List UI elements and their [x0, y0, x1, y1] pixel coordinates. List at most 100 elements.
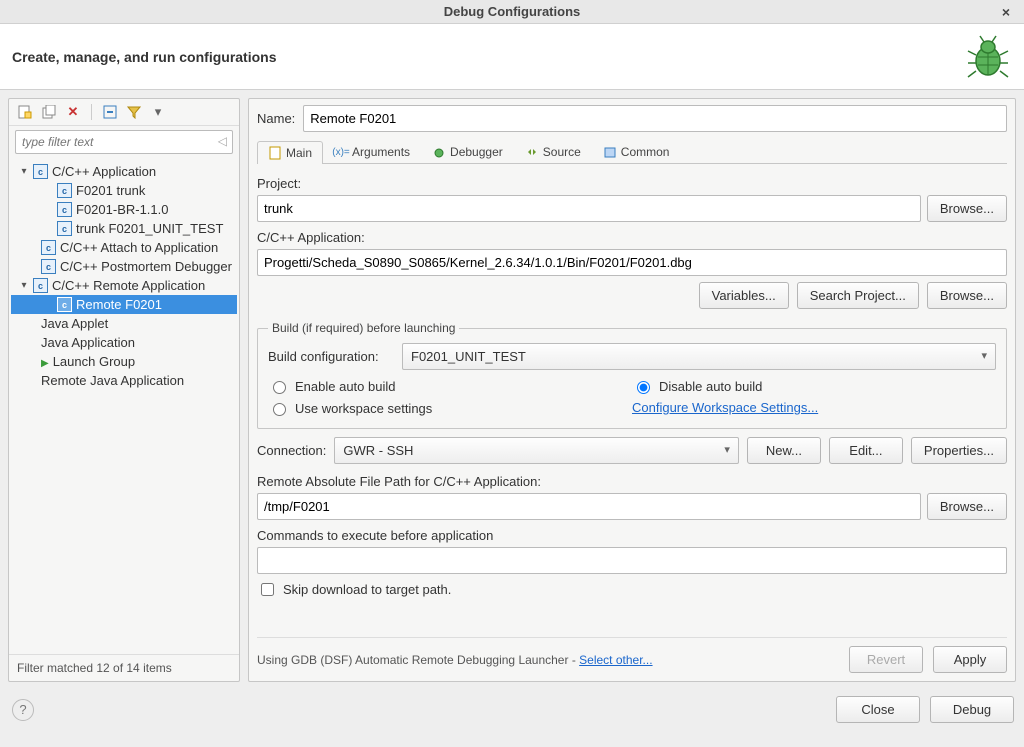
commands-input[interactable]: [257, 547, 1007, 574]
variables-button[interactable]: Variables...: [699, 282, 789, 309]
header: Create, manage, and run configurations: [0, 24, 1024, 90]
bug-small-icon: [432, 145, 446, 159]
tree-item-launch-group[interactable]: Launch Group: [11, 352, 237, 371]
filter-icon[interactable]: [126, 104, 142, 120]
browse-remote-button[interactable]: Browse...: [927, 493, 1007, 520]
debug-button[interactable]: Debug: [930, 696, 1014, 723]
window-title: Debug Configurations: [444, 4, 581, 19]
connection-label: Connection:: [257, 443, 326, 458]
tree-item-label: C/C++ Postmortem Debugger: [60, 259, 232, 274]
common-icon: [603, 145, 617, 159]
connection-properties-button[interactable]: Properties...: [911, 437, 1007, 464]
tree-item-label: C/C++ Remote Application: [52, 278, 205, 293]
source-icon: [525, 145, 539, 159]
connection-select[interactable]: GWR - SSH: [334, 437, 739, 464]
main-tab-content: Project: Browse... C/C++ Application: Va…: [257, 164, 1007, 599]
tree-item-label: Remote F0201: [76, 297, 162, 312]
duplicate-icon[interactable]: [41, 104, 57, 120]
build-group-legend: Build (if required) before launching: [268, 321, 459, 335]
collapse-all-icon[interactable]: [102, 104, 118, 120]
tree-item-label: Launch Group: [53, 354, 135, 369]
name-label: Name:: [257, 111, 295, 126]
apply-button[interactable]: Apply: [933, 646, 1007, 673]
right-panel: Name: Main (x)= Arguments Debugger Sourc…: [248, 98, 1016, 682]
browse-app-button[interactable]: Browse...: [927, 282, 1007, 309]
tab-main[interactable]: Main: [257, 141, 323, 164]
tab-label: Common: [621, 145, 670, 159]
tree-item-c-application[interactable]: ▾cC/C++ Application: [11, 162, 237, 181]
enable-auto-build-radio[interactable]: Enable auto build: [268, 378, 632, 394]
left-panel: ✕ ▾ ◁ ▾cC/C++ Application cF0201 trunk c…: [8, 98, 240, 682]
project-input[interactable]: [257, 195, 921, 222]
tab-common[interactable]: Common: [592, 140, 681, 163]
filter-input[interactable]: [15, 130, 233, 154]
app-label: C/C++ Application:: [257, 230, 1007, 245]
bug-icon: [964, 33, 1012, 81]
tree-item-remote-java[interactable]: Remote Java Application: [11, 371, 237, 390]
header-title: Create, manage, and run configurations: [12, 49, 277, 65]
connection-value: GWR - SSH: [343, 443, 413, 458]
remote-path-label: Remote Absolute File Path for C/C++ Appl…: [257, 474, 1007, 489]
tree-item-label: F0201 trunk: [76, 183, 145, 198]
tree-item-f0201-trunk[interactable]: cF0201 trunk: [11, 181, 237, 200]
tree-toolbar: ✕ ▾: [9, 99, 239, 126]
name-input[interactable]: [303, 105, 1007, 132]
tab-label: Main: [286, 146, 312, 160]
tab-label: Source: [543, 145, 581, 159]
new-connection-button[interactable]: New...: [747, 437, 821, 464]
filter-status: Filter matched 12 of 14 items: [9, 654, 239, 681]
commands-label: Commands to execute before application: [257, 528, 1007, 543]
tree-item-trunk-unit-test[interactable]: ctrunk F0201_UNIT_TEST: [11, 219, 237, 238]
tab-source[interactable]: Source: [514, 140, 592, 163]
disable-auto-build-radio[interactable]: Disable auto build: [632, 378, 996, 394]
tree-item-label: F0201-BR-1.1.0: [76, 202, 169, 217]
configure-ws-link[interactable]: Configure Workspace Settings...: [632, 400, 996, 416]
tab-label: Arguments: [352, 145, 410, 159]
chevron-down-icon[interactable]: ▾: [150, 104, 166, 120]
arguments-icon: (x)=: [334, 145, 348, 159]
play-icon: [41, 354, 49, 369]
titlebar: Debug Configurations ×: [0, 0, 1024, 24]
project-label: Project:: [257, 176, 1007, 191]
tree-item-label: Remote Java Application: [41, 373, 184, 388]
tab-label: Debugger: [450, 145, 503, 159]
revert-button[interactable]: Revert: [849, 646, 923, 673]
build-group: Build (if required) before launching Bui…: [257, 321, 1007, 429]
use-workspace-radio[interactable]: Use workspace settings: [268, 400, 632, 416]
tree-item-f0201-br[interactable]: cF0201-BR-1.1.0: [11, 200, 237, 219]
tree-item-java-applet[interactable]: Java Applet: [11, 314, 237, 333]
edit-connection-button[interactable]: Edit...: [829, 437, 903, 464]
build-config-value: F0201_UNIT_TEST: [411, 349, 526, 364]
skip-download-check[interactable]: Skip download to target path.: [257, 580, 1007, 599]
app-input[interactable]: [257, 249, 1007, 276]
tree-item-label: trunk F0201_UNIT_TEST: [76, 221, 223, 236]
skip-download-label: Skip download to target path.: [283, 582, 451, 597]
tree-item-label: Java Applet: [41, 316, 108, 331]
new-config-icon[interactable]: [17, 104, 33, 120]
tab-bar: Main (x)= Arguments Debugger Source Comm…: [257, 140, 1007, 164]
tree-item-c-remote-application[interactable]: ▾cC/C++ Remote Application: [11, 276, 237, 295]
launcher-text: Using GDB (DSF) Automatic Remote Debuggi…: [257, 653, 653, 667]
build-config-label: Build configuration:: [268, 349, 396, 364]
tab-arguments[interactable]: (x)= Arguments: [323, 140, 421, 163]
tree-item-remote-f0201[interactable]: cRemote F0201: [11, 295, 237, 314]
remote-path-input[interactable]: [257, 493, 921, 520]
delete-icon[interactable]: ✕: [65, 104, 81, 120]
build-config-select[interactable]: F0201_UNIT_TEST: [402, 343, 996, 370]
clear-filter-icon[interactable]: ◁: [218, 134, 227, 148]
select-other-link[interactable]: Select other...: [579, 653, 652, 667]
document-icon: [268, 146, 282, 160]
close-button[interactable]: Close: [836, 696, 920, 723]
tree-item-label: C/C++ Application: [52, 164, 156, 179]
help-icon[interactable]: ?: [12, 699, 34, 721]
browse-project-button[interactable]: Browse...: [927, 195, 1007, 222]
close-icon[interactable]: ×: [994, 0, 1018, 24]
tree-item-java-application[interactable]: Java Application: [11, 333, 237, 352]
search-project-button[interactable]: Search Project...: [797, 282, 919, 309]
tree-item-c-attach[interactable]: cC/C++ Attach to Application: [11, 238, 237, 257]
config-tree[interactable]: ▾cC/C++ Application cF0201 trunk cF0201-…: [9, 158, 239, 654]
tree-item-label: C/C++ Attach to Application: [60, 240, 218, 255]
tab-debugger[interactable]: Debugger: [421, 140, 514, 163]
tree-item-c-postmortem[interactable]: cC/C++ Postmortem Debugger: [11, 257, 237, 276]
tree-item-label: Java Application: [41, 335, 135, 350]
